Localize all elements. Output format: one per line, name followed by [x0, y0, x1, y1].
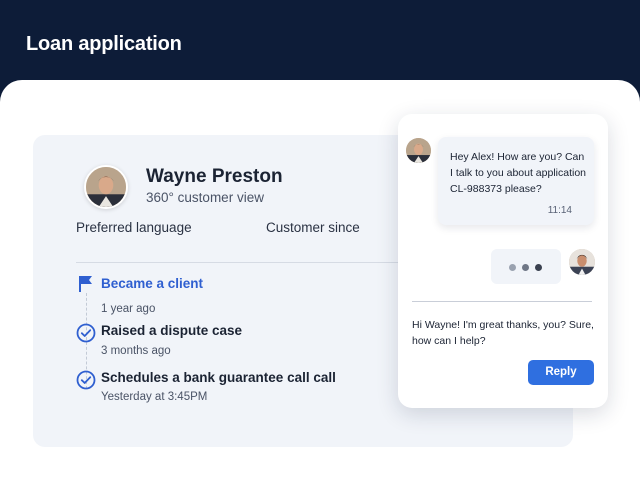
timeline-item-title: Schedules a bank guarantee call call: [101, 370, 336, 385]
typing-dot: [522, 264, 529, 271]
typing-dot: [535, 264, 542, 271]
check-circle-icon: [76, 323, 96, 343]
chat-divider: [412, 301, 592, 302]
customer-chat-avatar: [406, 138, 431, 163]
incoming-message-bubble: Hey Alex! How are you? Can I talk to you…: [438, 137, 594, 225]
timeline-item-date: 1 year ago: [101, 303, 156, 315]
customer-since-label: Customer since: [266, 220, 360, 235]
customer-avatar: [84, 165, 128, 209]
page-title: Loan application: [26, 33, 182, 55]
customer-subtitle: 360° customer view: [146, 190, 264, 205]
timeline-item-title[interactable]: Became a client: [101, 276, 203, 291]
timeline-item-title: Raised a dispute case: [101, 323, 243, 338]
chat-panel: Hey Alex! How are you? Can I talk to you…: [398, 114, 608, 408]
reply-draft-text[interactable]: Hi Wayne! I'm great thanks, you? Sure, h…: [412, 317, 594, 349]
reply-button[interactable]: Reply: [528, 360, 594, 385]
typing-indicator: [491, 249, 561, 284]
incoming-message-text: Hey Alex! How are you? Can I talk to you…: [450, 151, 587, 195]
agent-chat-avatar: [569, 249, 595, 275]
customer-name: Wayne Preston: [146, 166, 283, 187]
timeline-item-date: 3 months ago: [101, 345, 171, 357]
check-circle-icon: [76, 370, 96, 390]
message-timestamp: 11:14: [547, 205, 572, 216]
preferred-language-label: Preferred language: [76, 220, 192, 235]
typing-dot: [509, 264, 516, 271]
flag-icon: [79, 276, 92, 292]
timeline-item-date: Yesterday at 3:45PM: [101, 391, 208, 403]
